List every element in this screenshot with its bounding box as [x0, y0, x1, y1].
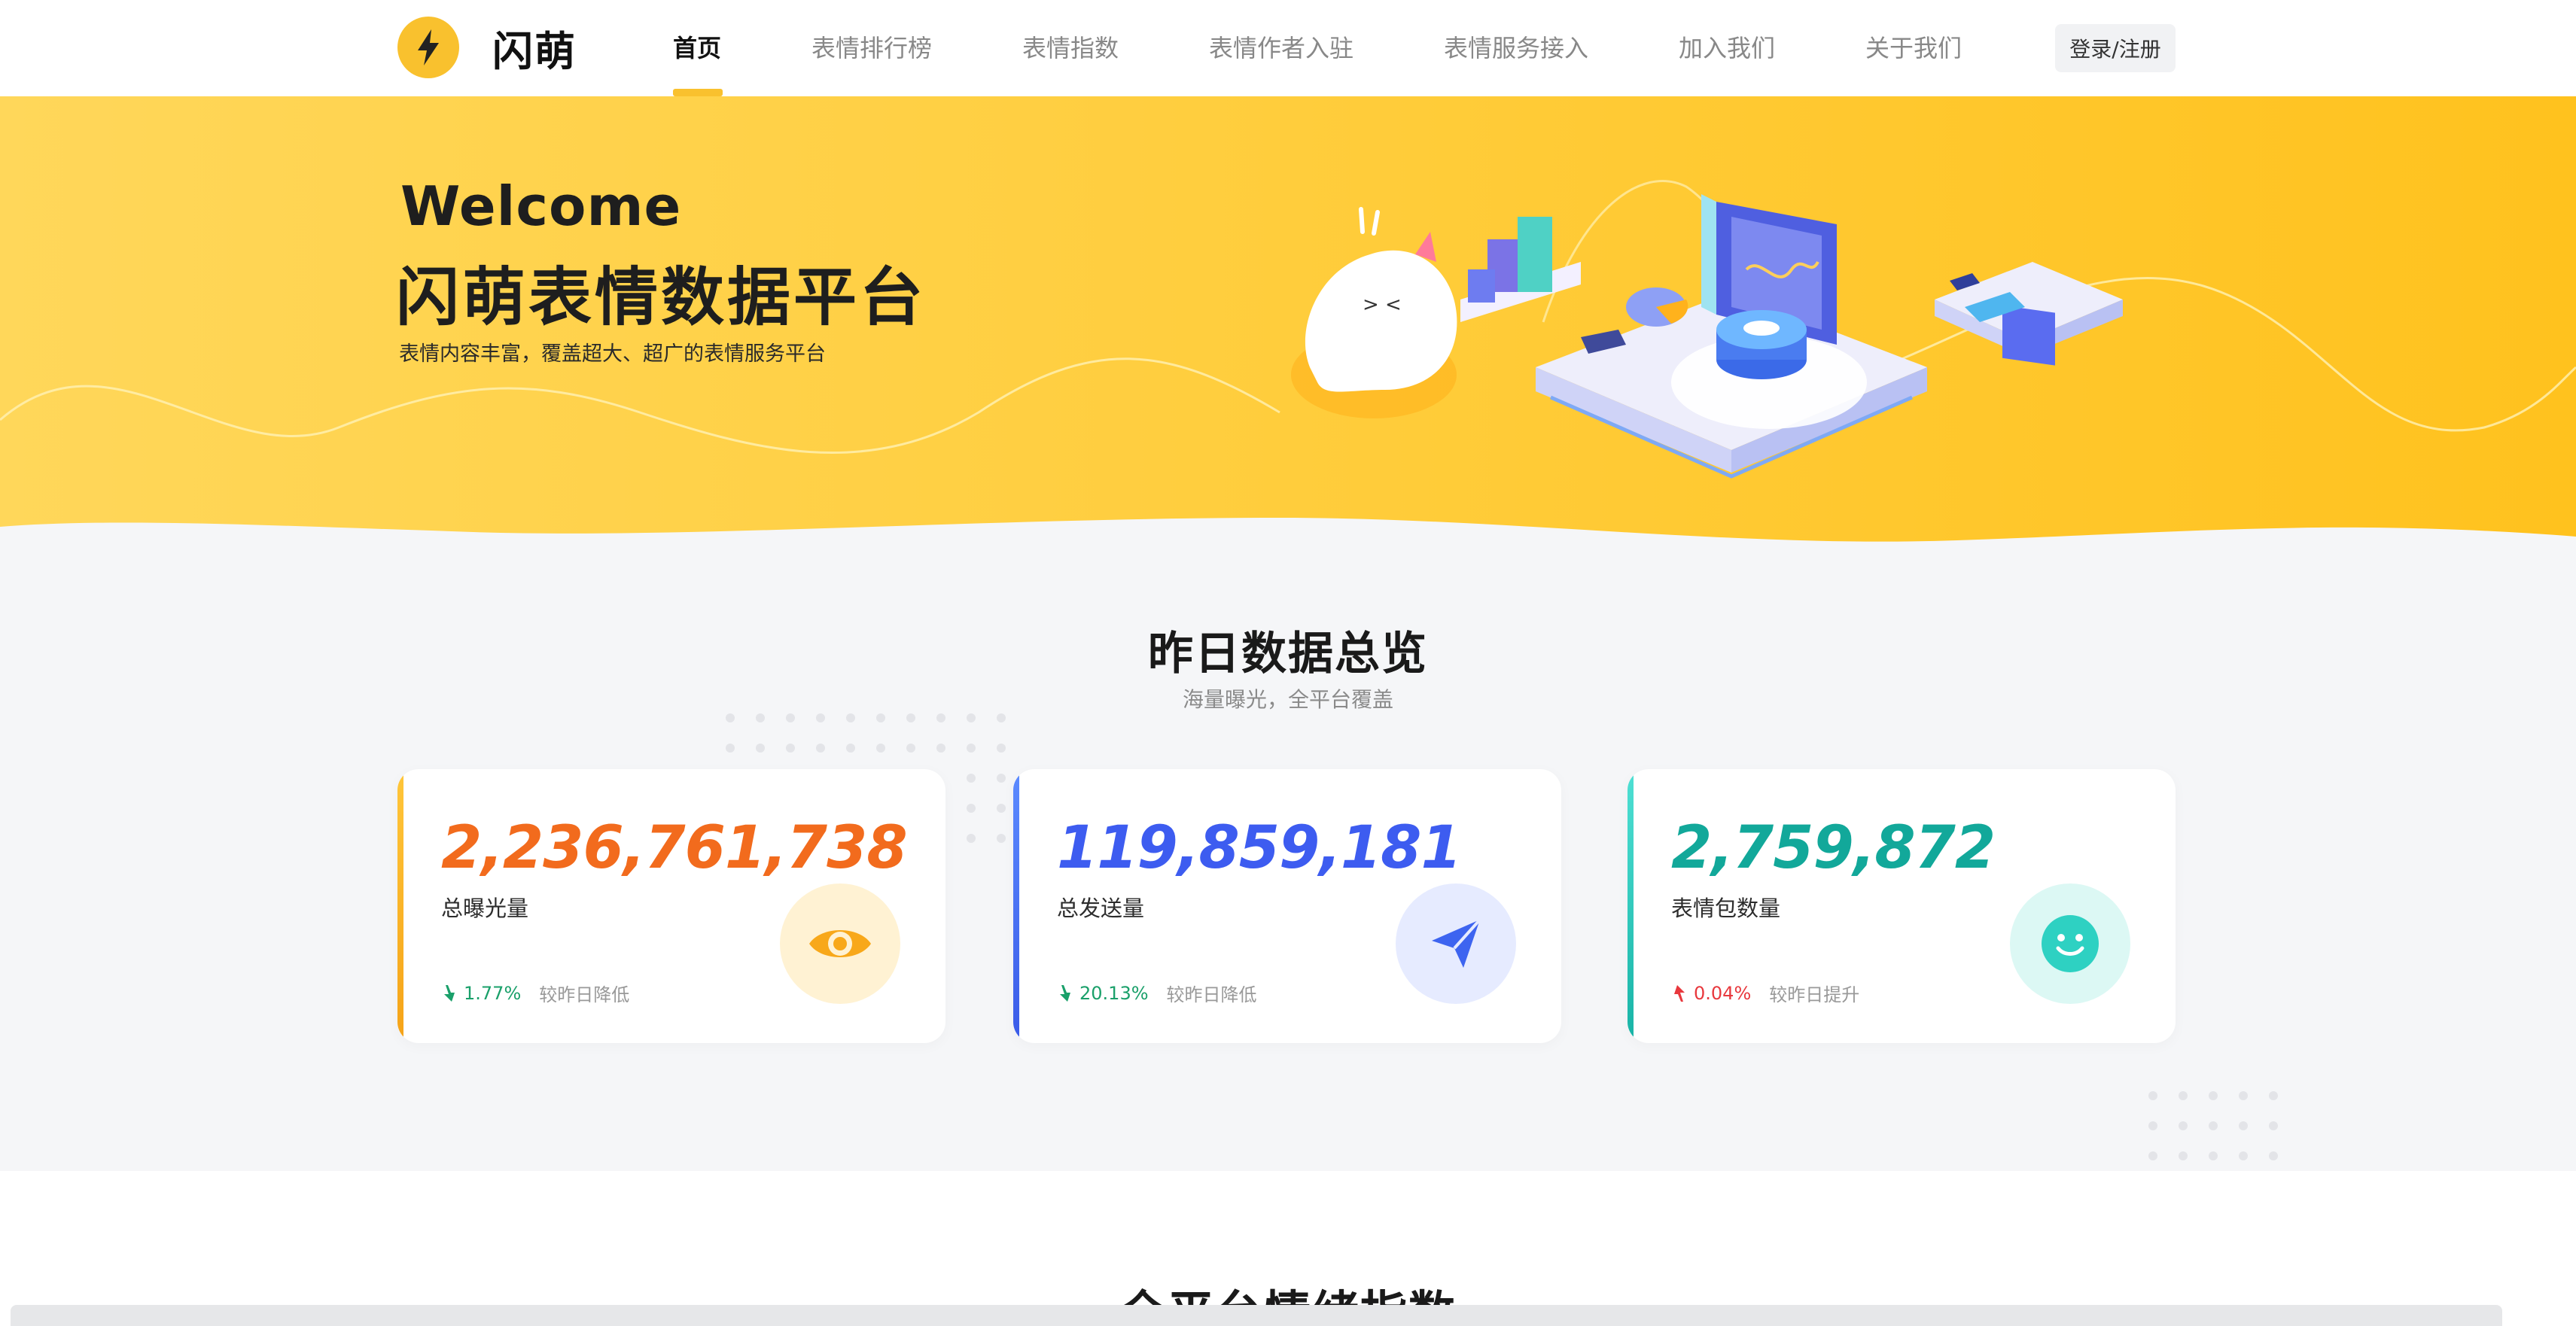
- nav-item-label: 表情服务接入: [1444, 34, 1589, 62]
- hero-title: 闪萌表情数据平台: [396, 260, 927, 334]
- stat-value: 2,759,872: [1671, 814, 1996, 882]
- nav-item-index[interactable]: 表情指数: [1022, 0, 1119, 96]
- overview-subtitle: 海量曝光，全平台覆盖: [1182, 687, 1393, 712]
- card-accent-bar: [1628, 769, 1634, 1043]
- stat-card-sends: 119,859,181 总发送量 20.13% 较昨日降低: [1013, 769, 1561, 1043]
- top-nav: 闪萌 首页 表情排行榜 表情指数 表情作者入驻 表情服务接入 加入我们 关于我们…: [0, 0, 2576, 96]
- nav-item-label: 表情排行榜: [811, 34, 933, 62]
- nav-item-author[interactable]: 表情作者入驻: [1209, 0, 1353, 96]
- trend-down-icon: [1060, 984, 1070, 1002]
- hero-subtitle: 表情内容丰富，覆盖超大、超广的表情服务平台: [399, 342, 826, 366]
- hero-banner: Welcome 闪萌表情数据平台 表情内容丰富，覆盖超大、超广的表情服务平台 >…: [0, 96, 2576, 548]
- svg-text:> <: > <: [1363, 293, 1402, 316]
- nav-item-home[interactable]: 首页: [673, 0, 723, 96]
- card-accent-bar: [1013, 769, 1019, 1043]
- stat-trend-pct: 1.77%: [464, 982, 522, 1004]
- stat-trend-desc: 较昨日降低: [1166, 984, 1257, 1005]
- send-icon: [1396, 883, 1516, 1004]
- stat-card-exposure: 2,236,761,738 总曝光量 1.77% 较昨日降低: [397, 769, 945, 1043]
- nav-item-label: 表情作者入驻: [1209, 34, 1354, 62]
- nav-item-ranking[interactable]: 表情排行榜: [811, 0, 932, 96]
- stat-label: 表情包数量: [1671, 896, 1781, 921]
- card-accent-bar: [397, 769, 403, 1043]
- nav-item-label: 首页: [673, 34, 722, 62]
- stat-trend-pct: 0.04%: [1694, 982, 1752, 1004]
- trend-down-icon: [444, 984, 455, 1002]
- main-menu: 首页 表情排行榜 表情指数 表情作者入驻 表情服务接入 加入我们 关于我们: [0, 0, 2576, 96]
- emotion-index-section: 全平台情绪指数: [0, 1171, 2576, 1326]
- hero-illustration: > <: [1291, 194, 2123, 479]
- nav-item-service[interactable]: 表情服务接入: [1444, 0, 1588, 96]
- smile-icon: [2010, 883, 2130, 1004]
- stat-card-packages: 2,759,872 表情包数量 0.04% 较昨日提升: [1628, 769, 2176, 1043]
- nav-item-join[interactable]: 加入我们: [1679, 0, 1775, 96]
- stat-value: 2,236,761,738: [441, 814, 908, 882]
- login-register-button[interactable]: 登录/注册: [2055, 24, 2176, 72]
- eye-icon: [780, 883, 900, 1004]
- page: 闪萌 首页 表情排行榜 表情指数 表情作者入驻 表情服务接入 加入我们 关于我们…: [0, 0, 2576, 1326]
- nav-item-about[interactable]: 关于我们: [1865, 0, 1962, 96]
- stat-trend: 1.77% 较昨日降低: [441, 980, 629, 1006]
- nav-item-label: 加入我们: [1679, 34, 1776, 62]
- stat-value: 119,859,181: [1057, 814, 1462, 882]
- hero-welcome: Welcome: [400, 175, 682, 238]
- stat-label: 总发送量: [1057, 896, 1145, 921]
- nav-item-label: 表情指数: [1022, 34, 1119, 62]
- stat-trend: 0.04% 较昨日提升: [1671, 980, 1859, 1006]
- stat-trend: 20.13% 较昨日降低: [1057, 980, 1257, 1006]
- stat-trend-desc: 较昨日提升: [1769, 984, 1860, 1005]
- active-indicator: [673, 89, 723, 96]
- overview-title: 昨日数据总览: [1148, 628, 1428, 680]
- trend-up-icon: [1674, 984, 1685, 1002]
- nav-item-label: 关于我们: [1865, 34, 1962, 62]
- stat-trend-desc: 较昨日降低: [539, 984, 630, 1005]
- bottom-scroll-strip: [11, 1305, 2502, 1326]
- stat-trend-pct: 20.13%: [1079, 982, 1149, 1004]
- stat-label: 总曝光量: [441, 896, 529, 921]
